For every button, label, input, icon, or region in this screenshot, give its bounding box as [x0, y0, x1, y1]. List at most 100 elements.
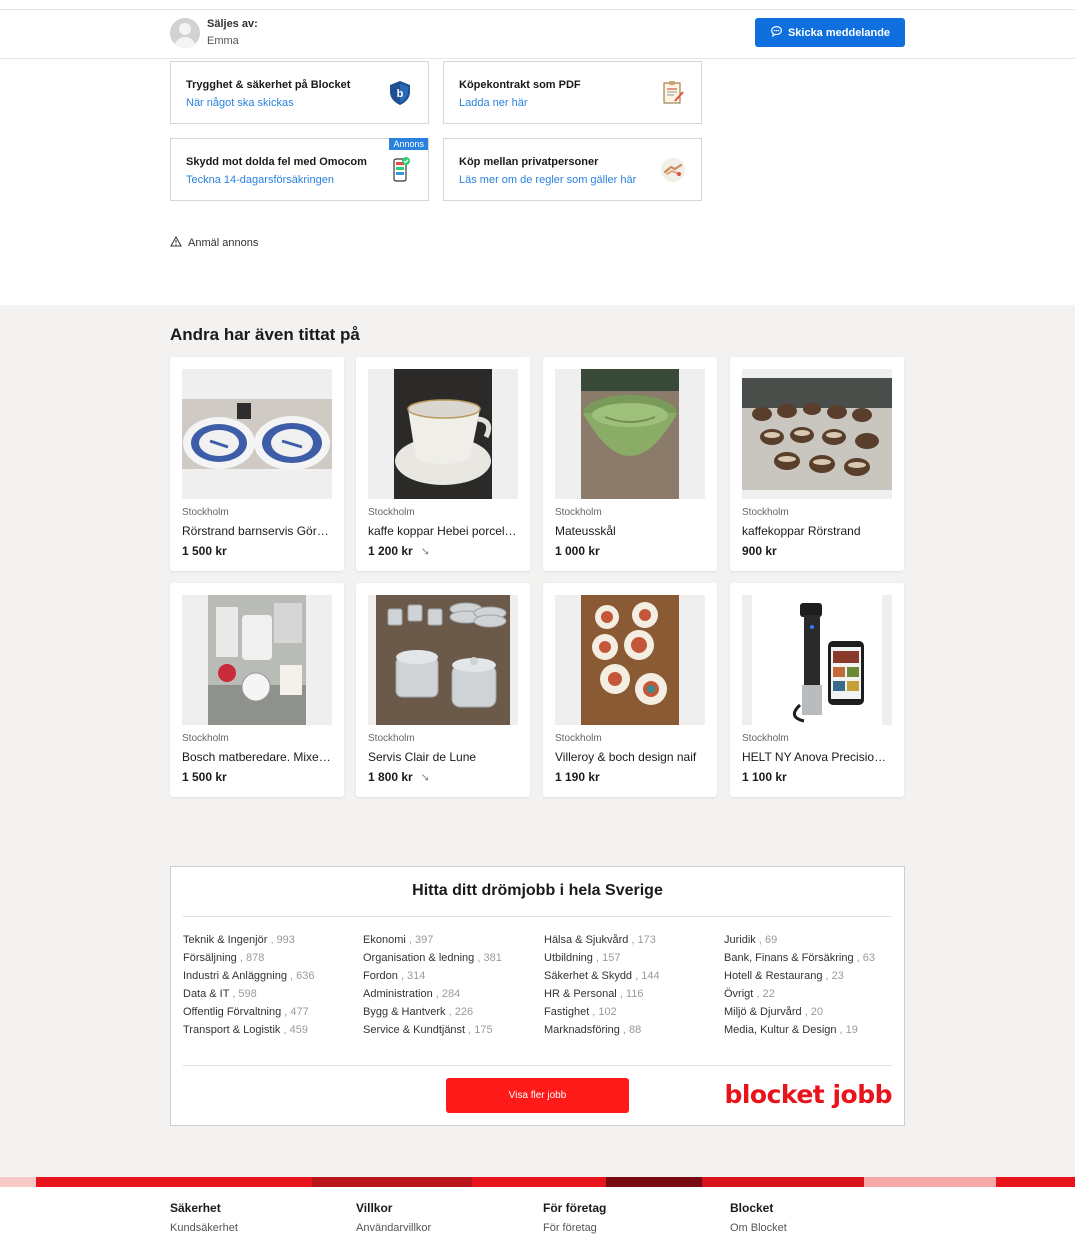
job-category-link[interactable]: Hälsa & Sjukvård , 173 — [544, 931, 719, 949]
job-category-link[interactable]: Säkerhet & Skydd , 144 — [544, 967, 719, 985]
job-category-link[interactable]: Juridik , 69 — [724, 931, 899, 949]
listing-image — [368, 595, 518, 725]
info-card-link[interactable]: Teckna 14-dagarsförsäkringen — [186, 174, 334, 186]
job-category-link[interactable]: Bank, Finans & Försäkring , 63 — [724, 949, 899, 967]
send-message-button[interactable]: Skicka meddelande — [755, 18, 905, 47]
footer-link[interactable]: Användarvillkor — [356, 1222, 431, 1234]
price-value: 1 500 kr — [182, 770, 227, 784]
shield-icon: b — [386, 79, 414, 107]
listing-card[interactable]: Stockholm Servis Clair de Lune 1 800 kr ➘ — [356, 583, 530, 797]
info-card-title: Köp mellan privatpersoner — [459, 156, 599, 168]
price-value: 1 000 kr — [555, 544, 600, 558]
job-category-link[interactable]: Marknadsföring , 88 — [544, 1021, 719, 1039]
info-card-title: Skydd mot dolda fel med Omocom — [186, 156, 367, 168]
listing-card[interactable]: Stockholm Mateusskål 1 000 kr — [543, 357, 717, 571]
job-category-link[interactable]: Media, Kultur & Design , 19 — [724, 1021, 899, 1039]
footer-column: Säkerhet Kundsäkerhet — [170, 1201, 238, 1234]
footer-column: Blocket Om Blocket — [730, 1201, 787, 1234]
info-card-safety[interactable]: Trygghet & säkerhet på Blocket När något… — [170, 61, 429, 124]
job-category-link[interactable]: HR & Personal , 116 — [544, 985, 719, 1003]
listing-title: kaffe koppar Hebei porcelain — [368, 524, 518, 538]
ad-tag: Annons — [389, 138, 428, 150]
listing-image — [182, 595, 332, 725]
footer-link[interactable]: För företag — [543, 1222, 606, 1234]
job-category-link[interactable]: Utbildning , 157 — [544, 949, 719, 967]
listing-title: Villeroy & boch design naif — [555, 750, 697, 764]
footer-heading: Blocket — [730, 1201, 774, 1215]
listing-price: 1 100 kr — [742, 770, 787, 784]
job-category-link[interactable]: Data & IT , 598 — [183, 985, 358, 1003]
listing-title: kaffekoppar Rörstrand — [742, 524, 861, 538]
job-category-link[interactable]: Teknik & Ingenjör , 993 — [183, 931, 358, 949]
info-card-omocom[interactable]: Annons Skydd mot dolda fel med Omocom Te… — [170, 138, 429, 201]
job-category-link[interactable]: Service & Kundtjänst , 175 — [363, 1021, 538, 1039]
listing-card[interactable]: Stockholm kaffekoppar Rörstrand 900 kr — [730, 357, 904, 571]
listing-price: 1 190 kr — [555, 770, 600, 784]
job-category-link[interactable]: Fastighet , 102 — [544, 1003, 719, 1021]
info-card-private-trade[interactable]: Köp mellan privatpersoner Läs mer om de … — [443, 138, 702, 201]
job-category-link[interactable]: Ekonomi , 397 — [363, 931, 538, 949]
listing-location: Stockholm — [182, 507, 229, 518]
listing-image — [555, 369, 705, 499]
job-category-link[interactable]: Miljö & Djurvård , 20 — [724, 1003, 899, 1021]
listing-image — [555, 595, 705, 725]
recommendations-title: Andra har även tittat på — [170, 325, 360, 344]
listing-location: Stockholm — [368, 507, 415, 518]
price-value: 1 100 kr — [742, 770, 787, 784]
blocket-jobb-logo[interactable]: blocket jobb — [724, 1080, 892, 1109]
footer: Säkerhet Kundsäkerhet Villkor Användarvi… — [0, 1187, 1075, 1246]
seller-bar: Säljes av: Emma Skicka meddelande — [0, 10, 1075, 59]
seller-info[interactable]: Säljes av: Emma — [170, 16, 258, 50]
job-category-link[interactable]: Industri & Anläggning , 636 — [183, 967, 358, 985]
footer-link[interactable]: Om Blocket — [730, 1222, 787, 1234]
listing-image — [368, 369, 518, 499]
job-category-link[interactable]: Hotell & Restaurang , 23 — [724, 967, 899, 985]
jobs-column: Ekonomi , 397 Organisation & ledning , 3… — [363, 931, 538, 1039]
job-category-link[interactable]: Bygg & Hantverk , 226 — [363, 1003, 538, 1021]
phone-check-icon — [386, 156, 414, 184]
send-message-label: Skicka meddelande — [787, 26, 891, 39]
job-category-link[interactable]: Administration , 284 — [363, 985, 538, 1003]
listing-price: 1 200 kr ➘ — [368, 544, 430, 558]
listing-card[interactable]: Stockholm Bosch matberedare. Mixer med t… — [170, 583, 344, 797]
info-card-link[interactable]: När något ska skickas — [186, 97, 294, 109]
listing-title: Servis Clair de Lune — [368, 750, 477, 764]
listing-price: 1 500 kr — [182, 544, 227, 558]
report-ad-label: Anmäl annons — [188, 237, 259, 249]
price-reduced-icon: ➘ — [420, 771, 430, 784]
footer-link[interactable]: Kundsäkerhet — [170, 1222, 238, 1234]
job-category-link[interactable]: Försäljning , 878 — [183, 949, 358, 967]
listing-card[interactable]: Stockholm HELT NY Anova Precision Cooker… — [730, 583, 904, 797]
listing-location: Stockholm — [742, 507, 789, 518]
job-category-link[interactable]: Transport & Logistik , 459 — [183, 1021, 358, 1039]
listing-card[interactable]: Stockholm kaffe koppar Hebei porcelain 1… — [356, 357, 530, 571]
jobs-column: Teknik & Ingenjör , 993 Försäljning , 87… — [183, 931, 358, 1039]
divider — [183, 1065, 892, 1066]
jobs-widget: Hitta ditt drömjobb i hela Sverige Tekni… — [170, 866, 905, 1126]
info-card-title: Köpekontrakt som PDF — [459, 79, 581, 91]
listing-card[interactable]: Stockholm Villeroy & boch design naif 1 … — [543, 583, 717, 797]
avatar — [170, 18, 200, 48]
price-value: 1 200 kr — [368, 544, 413, 558]
listing-location: Stockholm — [368, 733, 415, 744]
footer-heading: Villkor — [356, 1201, 393, 1215]
listing-title: HELT NY Anova Precision Cooker — [742, 750, 892, 764]
info-card-link[interactable]: Ladda ner här — [459, 97, 528, 109]
job-category-link[interactable]: Övrigt , 22 — [724, 985, 899, 1003]
seller-label: Säljes av: — [207, 18, 258, 30]
price-value: 1 800 kr — [368, 770, 413, 784]
report-ad-link[interactable]: Anmäl annons — [170, 235, 259, 250]
job-category-link[interactable]: Offentlig Förvaltning , 477 — [183, 1003, 358, 1021]
info-card-contract[interactable]: Köpekontrakt som PDF Ladda ner här — [443, 61, 702, 124]
chat-bubble-icon — [770, 25, 783, 41]
footer-stripe — [0, 1177, 1075, 1187]
listing-price: 900 kr — [742, 544, 777, 558]
show-more-jobs-button[interactable]: Visa fler jobb — [446, 1078, 629, 1113]
listing-image — [742, 595, 892, 725]
job-category-link[interactable]: Organisation & ledning , 381 — [363, 949, 538, 967]
info-card-link[interactable]: Läs mer om de regler som gäller här — [459, 174, 636, 186]
listing-card[interactable]: Stockholm Rörstrand barnservis Görel Ågr… — [170, 357, 344, 571]
footer-column: För företag För företag — [543, 1201, 606, 1234]
job-category-link[interactable]: Fordon , 314 — [363, 967, 538, 985]
footer-column: Villkor Användarvillkor — [356, 1201, 431, 1234]
